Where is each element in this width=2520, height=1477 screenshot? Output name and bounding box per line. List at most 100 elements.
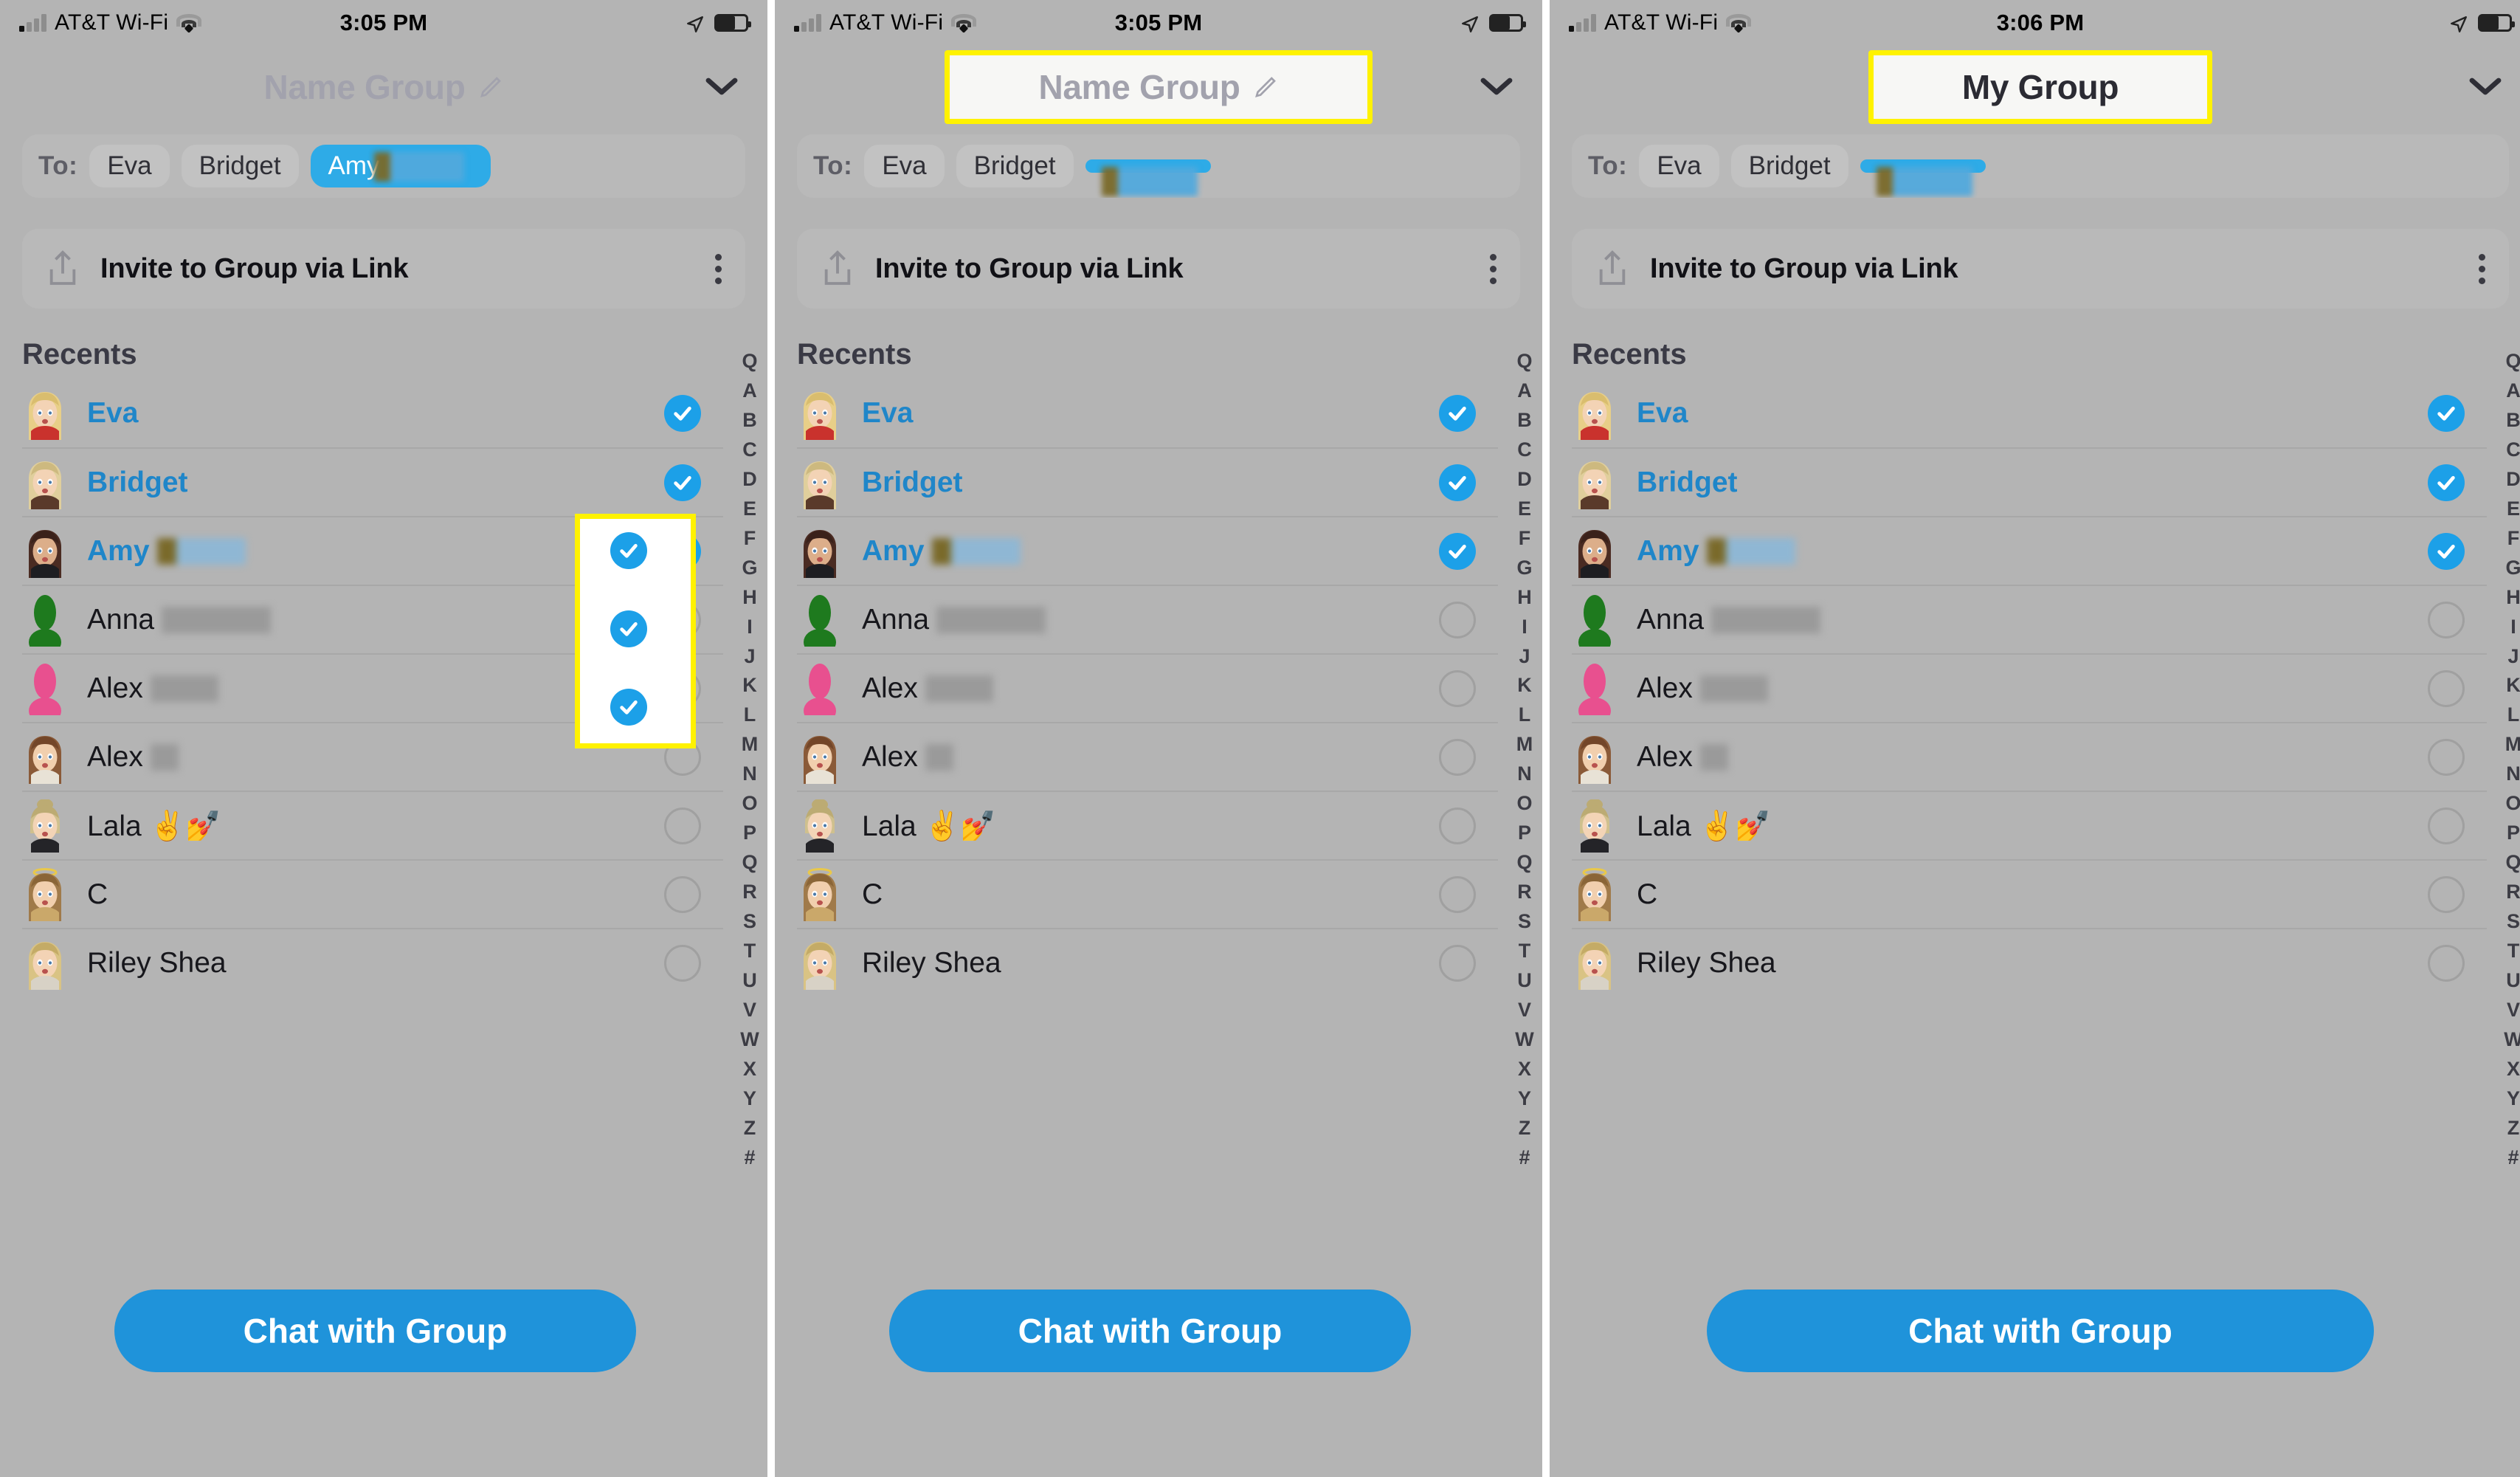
alpha-index-e[interactable]: E	[743, 495, 756, 524]
alpha-index-q[interactable]: Q	[2505, 347, 2520, 376]
recipient-chip-selected[interactable]	[1860, 159, 1986, 196]
alpha-index-h[interactable]: H	[2506, 583, 2520, 613]
highlighted-checkbox-checked[interactable]	[610, 532, 647, 569]
alpha-index-c[interactable]: C	[1517, 435, 1532, 465]
contact-row[interactable]: Alex	[22, 722, 723, 791]
alpha-index-g[interactable]: G	[1516, 554, 1532, 583]
contact-row[interactable]: Eva	[22, 379, 723, 447]
alpha-index-w[interactable]: W	[740, 1025, 759, 1055]
recipients-bar[interactable]: To: Eva Bridget	[797, 134, 1520, 198]
contact-row[interactable]: Riley Shea	[797, 928, 1498, 996]
contact-checkbox-checked[interactable]	[1439, 464, 1476, 501]
pencil-icon[interactable]	[477, 74, 504, 100]
alphabet-index-scrubber[interactable]: Q A B C D E F G H I J K L M N O P Q R S T U V W X Y Z #	[2499, 347, 2520, 1173]
contact-checkbox-unchecked[interactable]	[2428, 807, 2465, 844]
alpha-index-z[interactable]: Z	[2507, 1114, 2520, 1143]
alpha-index-f[interactable]: F	[744, 524, 756, 554]
alpha-index-k[interactable]: K	[742, 671, 757, 700]
invite-to-group-button[interactable]: Invite to Group via Link	[1572, 229, 2509, 309]
group-name-field[interactable]: Name Group	[945, 50, 1373, 124]
alpha-index-q[interactable]: Q	[1516, 848, 1532, 878]
recipient-chip[interactable]: Bridget	[956, 145, 1074, 187]
contact-row[interactable]: Lala ✌️💅	[22, 791, 723, 859]
contact-checkbox-unchecked[interactable]	[1439, 738, 1476, 776]
alpha-index-k[interactable]: K	[1517, 671, 1532, 700]
contact-row[interactable]: C	[22, 859, 723, 928]
recipient-chip-selected[interactable]	[1085, 159, 1211, 196]
contact-checkbox-unchecked[interactable]	[2428, 601, 2465, 638]
contact-row[interactable]: C	[797, 859, 1498, 928]
contact-row[interactable]: Eva	[797, 379, 1498, 447]
contact-row[interactable]: Alex	[1572, 722, 2487, 791]
alpha-index-m[interactable]: M	[742, 730, 759, 760]
alpha-index-s[interactable]: S	[1518, 907, 1531, 937]
alpha-index-a[interactable]: A	[742, 376, 757, 406]
alpha-index-n[interactable]: N	[742, 760, 757, 789]
alpha-index-r[interactable]: R	[2506, 878, 2520, 907]
alpha-index-p[interactable]: P	[1518, 819, 1531, 848]
alpha-index-c[interactable]: C	[2506, 435, 2520, 465]
contact-row[interactable]: Bridget	[1572, 447, 2487, 516]
contact-checkbox-checked[interactable]	[2428, 394, 2465, 432]
contact-checkbox-unchecked[interactable]	[1439, 601, 1476, 638]
alpha-index-y[interactable]: Y	[1518, 1084, 1531, 1114]
contact-row[interactable]: Riley Shea	[1572, 928, 2487, 996]
alpha-index-m[interactable]: M	[1516, 730, 1533, 760]
recipients-bar[interactable]: To: Eva Bridget	[1572, 134, 2509, 198]
alpha-index-j[interactable]: J	[2507, 642, 2519, 672]
alpha-index-i[interactable]: I	[1522, 613, 1527, 642]
recipient-chip[interactable]: Eva	[864, 145, 945, 187]
alpha-index-l[interactable]: L	[744, 700, 756, 730]
alpha-index-f[interactable]: F	[1519, 524, 1531, 554]
chat-with-group-button[interactable]: Chat with Group	[1707, 1290, 2374, 1372]
recipient-chip[interactable]: Eva	[89, 145, 170, 187]
alpha-index-t[interactable]: T	[2507, 937, 2520, 966]
contact-checkbox-unchecked[interactable]	[664, 807, 701, 844]
alpha-index-s[interactable]: S	[2507, 907, 2520, 937]
contact-row[interactable]: Anna	[1572, 585, 2487, 655]
contact-checkbox-unchecked[interactable]	[2428, 738, 2465, 776]
alpha-index-w[interactable]: W	[2504, 1025, 2520, 1055]
alpha-index-g[interactable]: G	[2505, 554, 2520, 583]
contact-checkbox-unchecked[interactable]	[2428, 875, 2465, 913]
alpha-index-q[interactable]: Q	[2505, 848, 2520, 878]
alpha-index-l[interactable]: L	[1519, 700, 1531, 730]
alpha-index-e[interactable]: E	[1518, 495, 1531, 524]
group-name-field[interactable]: Name Group	[241, 57, 525, 117]
contact-checkbox-unchecked[interactable]	[2428, 944, 2465, 982]
contact-checkbox-unchecked[interactable]	[664, 669, 701, 707]
contact-row[interactable]: Lala ✌️💅	[797, 791, 1498, 859]
alpha-index-x[interactable]: X	[743, 1055, 756, 1084]
alphabet-index-scrubber[interactable]: Q A B C D E F G H I J K L M N O P Q R S T U V W X Y Z #	[1510, 347, 1539, 1173]
alpha-index-k[interactable]: K	[2506, 671, 2520, 700]
pencil-icon[interactable]	[1252, 74, 1279, 100]
alpha-index-q[interactable]: Q	[742, 848, 757, 878]
alpha-index-b[interactable]: B	[2506, 406, 2520, 435]
contact-checkbox-unchecked[interactable]	[664, 944, 701, 982]
highlighted-checkbox-checked[interactable]	[610, 689, 647, 726]
alpha-index-o[interactable]: O	[2505, 789, 2520, 819]
alpha-index-j[interactable]: J	[1519, 642, 1530, 672]
alpha-index-z[interactable]: Z	[744, 1114, 756, 1143]
chevron-down-icon[interactable]	[2468, 76, 2503, 98]
recipients-bar[interactable]: To: Eva Bridget Amy	[22, 134, 745, 198]
alpha-index-v[interactable]: V	[2507, 996, 2520, 1025]
contact-checkbox-unchecked[interactable]	[1439, 669, 1476, 707]
alpha-index-y[interactable]: Y	[743, 1084, 756, 1114]
contact-row[interactable]: Riley Shea	[22, 928, 723, 996]
alpha-index-r[interactable]: R	[1517, 878, 1532, 907]
alpha-index-u[interactable]: U	[1517, 966, 1532, 996]
alpha-index-q[interactable]: Q	[1516, 347, 1532, 376]
chevron-down-icon[interactable]	[704, 76, 739, 98]
alpha-index-v[interactable]: V	[1518, 996, 1531, 1025]
contact-row[interactable]: C	[1572, 859, 2487, 928]
contact-checkbox-checked[interactable]	[664, 532, 701, 570]
alpha-index-n[interactable]: N	[2506, 760, 2520, 789]
alpha-index-d[interactable]: D	[1517, 465, 1532, 495]
contact-row[interactable]: Eva	[1572, 379, 2487, 447]
alpha-index-a[interactable]: A	[2506, 376, 2520, 406]
more-vertical-icon[interactable]	[2479, 253, 2485, 284]
alpha-index-a[interactable]: A	[1517, 376, 1532, 406]
alpha-index-n[interactable]: N	[1517, 760, 1532, 789]
alpha-index-hash[interactable]: #	[744, 1143, 755, 1173]
